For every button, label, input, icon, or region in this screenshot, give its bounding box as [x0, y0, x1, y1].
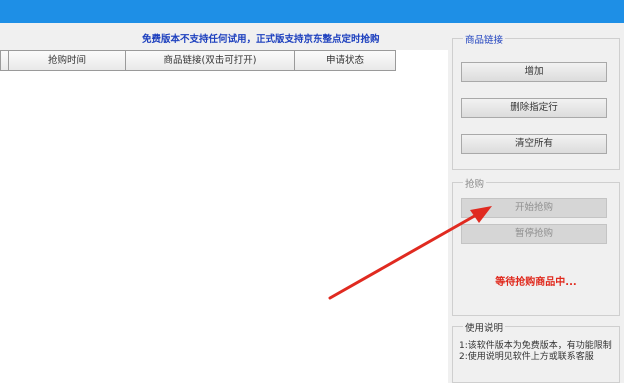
product-link-panel: 商品链接 增加 删除指定行 清空所有: [452, 32, 620, 170]
purchase-panel-title: 抢购: [463, 176, 487, 190]
product-link-panel-title: 商品链接: [463, 32, 506, 46]
column-header-status[interactable]: 申请状态: [295, 50, 396, 71]
column-header-link[interactable]: 商品链接(双击可打开): [126, 50, 295, 71]
clear-all-button[interactable]: 清空所有: [461, 134, 607, 154]
pause-purchase-button[interactable]: 暂停抢购: [461, 224, 607, 244]
instruction-line: 2:使用说明见软件上方或联系客服: [459, 351, 594, 362]
add-button[interactable]: 增加: [461, 62, 607, 82]
instructions-text: 1:该软件版本为免费版本，有功能限制 2:使用说明见软件上方或联系客服: [459, 341, 615, 362]
notice-text: 免费版本不支持任何试用，正式版支持京东整点定时抢购: [142, 34, 380, 45]
purchase-status-text: 等待抢购商品中...: [495, 277, 577, 288]
start-purchase-button[interactable]: 开始抢购: [461, 198, 607, 218]
instruction-line: 1:该软件版本为免费版本，有功能限制: [459, 341, 612, 351]
instructions-panel-title: 使用说明: [463, 320, 506, 334]
instructions-panel: 使用说明 1:该软件版本为免费版本，有功能限制 2:使用说明见软件上方或联系客服: [452, 320, 620, 383]
title-bar: [0, 0, 624, 23]
column-header-index[interactable]: [0, 50, 9, 71]
table-header: 抢购时间 商品链接(双击可打开) 申请状态: [0, 50, 396, 71]
delete-row-button[interactable]: 删除指定行: [461, 98, 607, 118]
column-header-time[interactable]: 抢购时间: [9, 50, 126, 71]
purchase-table[interactable]: 抢购时间 商品链接(双击可打开) 申请状态: [0, 50, 448, 383]
purchase-panel: 抢购 开始抢购 暂停抢购 等待抢购商品中...: [452, 176, 620, 316]
